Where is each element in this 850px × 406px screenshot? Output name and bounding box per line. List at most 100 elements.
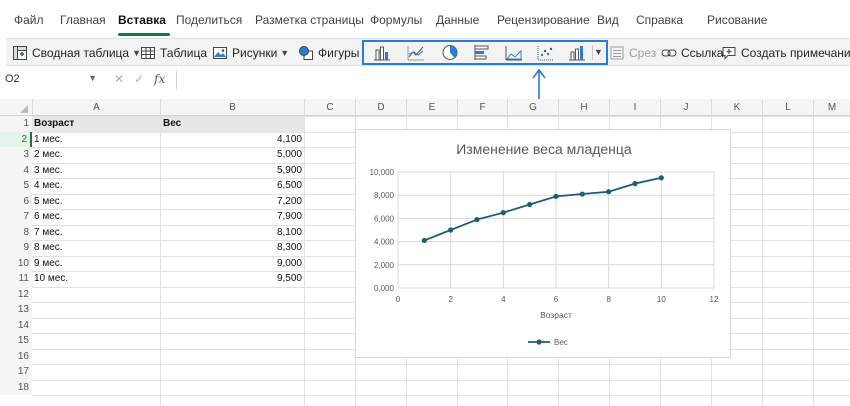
row-header-11[interactable]: 11 — [0, 271, 32, 287]
column-header-m[interactable]: M — [813, 99, 850, 116]
row-header-17[interactable]: 17 — [0, 364, 32, 380]
cell-weight[interactable]: 9,000 — [162, 256, 302, 272]
cell-age[interactable]: 9 мес. — [34, 256, 158, 272]
cell-weight[interactable]: 8,300 — [162, 240, 302, 256]
column-header-d[interactable]: D — [355, 99, 406, 116]
table-icon — [141, 47, 155, 59]
menu-data[interactable]: Данные — [436, 13, 479, 27]
menu-formulas[interactable]: Формулы — [370, 13, 422, 27]
row-header-6[interactable]: 6 — [0, 193, 32, 209]
cell-weight[interactable]: 6,500 — [162, 178, 302, 194]
chart-object[interactable]: Изменение веса младенца 0,000 2,000 4,000 6… — [355, 129, 731, 358]
row-header-9[interactable]: 9 — [0, 240, 32, 256]
row-header-8[interactable]: 8 — [0, 224, 32, 240]
column-header-c[interactable]: C — [304, 99, 355, 116]
area-chart-icon[interactable] — [504, 44, 524, 61]
table-button[interactable]: Таблица — [140, 43, 207, 63]
cell-age[interactable]: 10 мес. — [34, 271, 158, 287]
column-gridline — [160, 116, 161, 406]
menu-share[interactable]: Поделиться — [176, 13, 242, 27]
column-header-h[interactable]: H — [558, 99, 609, 116]
shapes-button[interactable]: Фигуры ▼ — [298, 43, 371, 63]
comment-icon — [722, 47, 736, 60]
row-header-13[interactable]: 13 — [0, 302, 32, 318]
cell-weight[interactable]: 9,500 — [162, 271, 302, 287]
cell-age[interactable]: 5 мес. — [34, 194, 158, 210]
header-cell-weight[interactable]: Вес — [163, 116, 301, 132]
column-header-i[interactable]: I — [609, 99, 660, 116]
row-header-10[interactable]: 10 — [0, 255, 32, 271]
row-header-14[interactable]: 14 — [0, 317, 32, 333]
row-header-16[interactable]: 16 — [0, 348, 32, 364]
cell-age[interactable]: 1 мес. — [34, 132, 158, 148]
cell-weight[interactable]: 8,100 — [162, 225, 302, 241]
cancel-icon[interactable]: ✕ — [114, 72, 124, 86]
column-header-l[interactable]: L — [762, 99, 813, 116]
y-tick-label: 0,000 — [374, 284, 395, 293]
cell-age[interactable]: 3 мес. — [34, 163, 158, 179]
column-header-j[interactable]: J — [660, 99, 711, 116]
chevron-down-icon[interactable]: ▼ — [88, 73, 97, 83]
menu-file[interactable]: Файл — [14, 13, 44, 27]
name-box[interactable]: O2 ▼ — [5, 73, 103, 89]
formula-input[interactable] — [176, 71, 850, 89]
data-point — [579, 191, 585, 197]
menu-page-layout[interactable]: Разметка страницы — [255, 13, 364, 27]
slicer-button[interactable]: Срез — [609, 43, 656, 63]
select-all-corner[interactable] — [0, 99, 32, 116]
menu-insert[interactable]: Вставка — [118, 13, 166, 27]
menu-view[interactable]: Вид — [597, 13, 619, 27]
pictures-button[interactable]: Рисунки ▼ — [212, 43, 289, 63]
header-cell-age[interactable]: Возраст — [34, 116, 158, 132]
cell-age[interactable]: 8 мес. — [34, 240, 158, 256]
column-header-e[interactable]: E — [406, 99, 457, 116]
cell-age[interactable]: 7 мес. — [34, 225, 158, 241]
row-header-18[interactable]: 18 — [0, 379, 32, 395]
menu-review[interactable]: Рецензирование — [497, 13, 590, 27]
insert-function-icon[interactable]: fx — [154, 72, 165, 86]
row-header-2[interactable]: 2 — [0, 131, 32, 147]
row-header-3[interactable]: 3 — [0, 147, 32, 163]
link-button[interactable]: Ссылка — [661, 43, 723, 63]
cell-weight[interactable]: 7,200 — [162, 194, 302, 210]
column-header-g[interactable]: G — [507, 99, 558, 116]
row-header-4[interactable]: 4 — [0, 162, 32, 178]
cell-weight[interactable]: 4,100 — [162, 132, 302, 148]
chevron-down-icon[interactable]: ▼ — [592, 45, 604, 60]
column-header-f[interactable]: F — [457, 99, 507, 116]
data-point — [632, 181, 638, 187]
x-tick-label: 8 — [606, 295, 611, 304]
column-header-b[interactable]: B — [160, 99, 304, 116]
column-chart-icon[interactable] — [372, 44, 392, 61]
pivot-table-label: Сводная таблица — [32, 46, 130, 60]
row-header-5[interactable]: 5 — [0, 178, 32, 194]
y-tick-label: 2,000 — [374, 261, 395, 270]
menu-draw[interactable]: Рисование — [707, 13, 767, 27]
chevron-down-icon: ▼ — [280, 48, 290, 58]
menu-home[interactable]: Главная — [60, 13, 106, 27]
row-header-1[interactable]: 1 — [0, 116, 32, 132]
cell-weight[interactable]: 5,900 — [162, 163, 302, 179]
column-header-k[interactable]: K — [711, 99, 762, 116]
line-chart-icon[interactable] — [406, 44, 426, 61]
cell-age[interactable]: 2 мес. — [34, 147, 158, 163]
combo-chart-icon[interactable] — [567, 44, 587, 61]
row-header-12[interactable]: 12 — [0, 286, 32, 302]
confirm-icon[interactable]: ✓ — [134, 72, 144, 86]
pivot-table-icon — [13, 46, 27, 60]
cell-weight[interactable]: 7,900 — [162, 209, 302, 225]
cell-weight[interactable]: 5,000 — [162, 147, 302, 163]
new-comment-button[interactable]: Создать примечание — [721, 43, 850, 63]
menu-help[interactable]: Справка — [636, 13, 683, 27]
row-header-7[interactable]: 7 — [0, 209, 32, 225]
column-header-a[interactable]: A — [32, 99, 160, 116]
scatter-chart-icon[interactable] — [536, 44, 556, 61]
cell-age[interactable]: 6 мес. — [34, 209, 158, 225]
cell-age[interactable]: 4 мес. — [34, 178, 158, 194]
bar-chart-icon[interactable] — [472, 44, 492, 61]
data-point — [421, 237, 427, 244]
active-tab-indicator — [118, 33, 170, 36]
pie-chart-icon[interactable] — [440, 44, 460, 61]
row-header-15[interactable]: 15 — [0, 333, 32, 349]
pivot-table-button[interactable]: Сводная таблица ▼ — [12, 43, 141, 63]
